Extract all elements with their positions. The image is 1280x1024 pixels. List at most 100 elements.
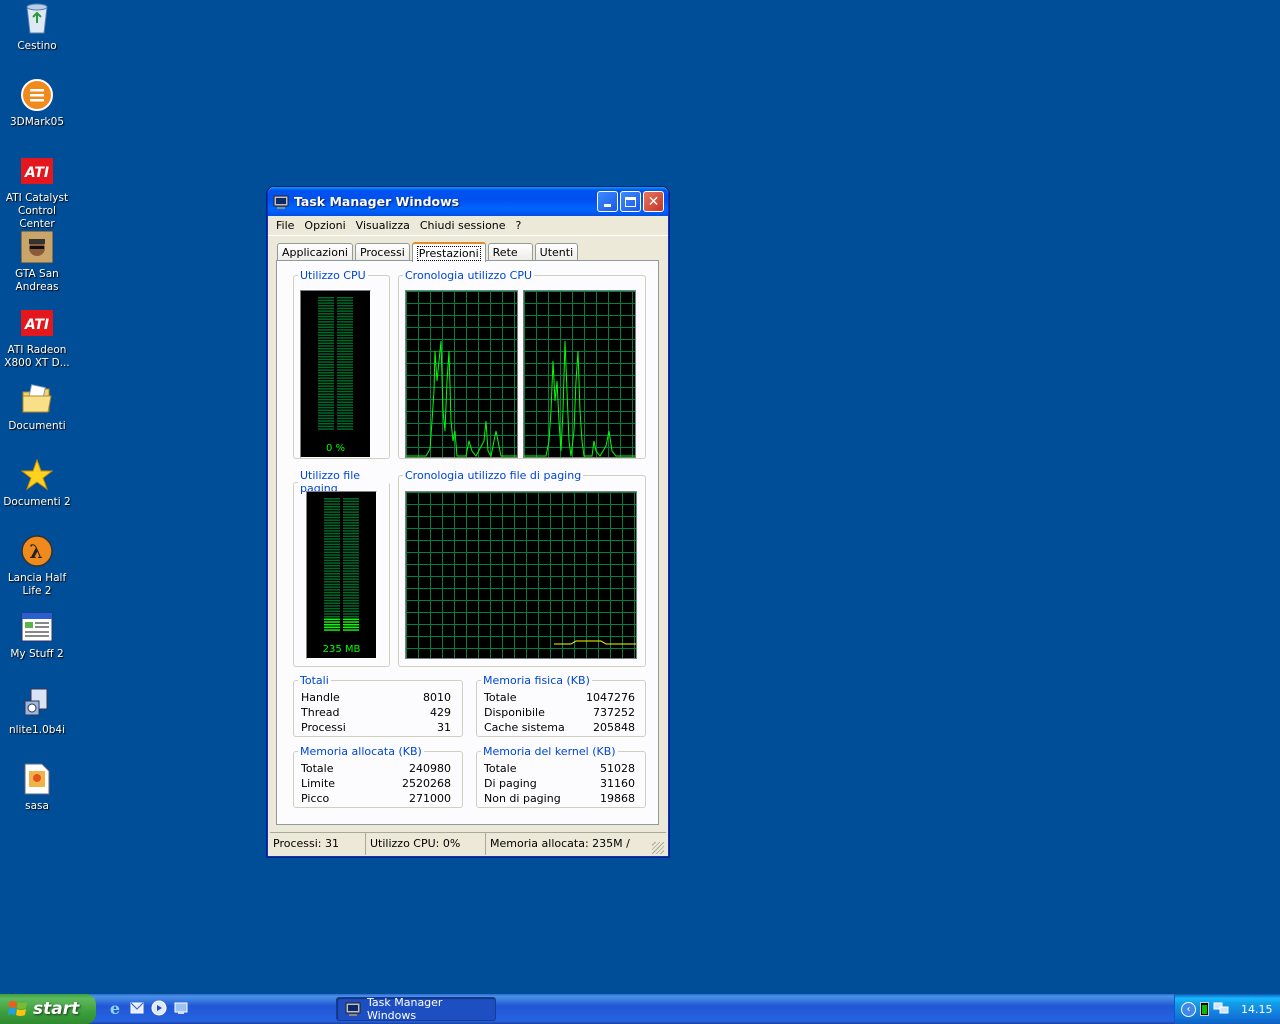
task-manager-tray-icon[interactable] bbox=[1200, 1002, 1209, 1016]
meter-segment bbox=[324, 511, 340, 513]
show-desktop-icon[interactable] bbox=[172, 999, 190, 1017]
desktop-icon-label: GTA San Andreas bbox=[15, 268, 59, 293]
desktop-icon-label: Documenti bbox=[8, 420, 66, 432]
menu-visualizza[interactable]: Visualizza bbox=[351, 219, 415, 232]
desktop-icon-documenti[interactable]: Documenti bbox=[0, 382, 74, 433]
close-button[interactable]: ✕ bbox=[643, 191, 664, 212]
status-memory: Memoria allocata: 235M / bbox=[490, 837, 630, 850]
tab-prestazioni[interactable]: Prestazioni bbox=[411, 242, 486, 262]
meter-segment bbox=[337, 425, 353, 428]
meter-segment bbox=[343, 567, 359, 570]
stat-value: 2520268 bbox=[402, 777, 451, 790]
resize-grip-icon[interactable] bbox=[652, 842, 664, 854]
meter-segment bbox=[343, 599, 359, 602]
tab-applicazioni[interactable]: Applicazioni bbox=[277, 243, 353, 261]
stat-row-totale: Totale 240980 bbox=[301, 761, 451, 776]
media-player-icon[interactable] bbox=[150, 999, 168, 1017]
desktop-icon-label: Cestino bbox=[17, 40, 57, 52]
meter-segment bbox=[337, 355, 353, 358]
meter-segment bbox=[324, 599, 340, 602]
meter-segment bbox=[337, 372, 353, 374]
meter-segment bbox=[343, 573, 359, 575]
desktop-icon-nlite[interactable]: nlite1.0b4i bbox=[0, 686, 74, 737]
desktop-icon-sasa[interactable]: sasa bbox=[0, 762, 74, 813]
windows-flag-icon bbox=[8, 1001, 27, 1016]
pagefile-history-graph bbox=[405, 491, 637, 659]
stat-value: 240980 bbox=[409, 762, 451, 775]
desktop-icon-ati-radeon[interactable]: ATI ATI Radeon X800 XT D... bbox=[0, 306, 74, 370]
meter-segment bbox=[337, 307, 353, 310]
tab-processi[interactable]: Processi bbox=[354, 243, 410, 261]
meter-segment bbox=[343, 578, 359, 580]
desktop-icon-gta[interactable]: GTA San Andreas bbox=[0, 230, 74, 294]
title-bar[interactable]: Task Manager Windows ✕ bbox=[268, 187, 668, 216]
desktop-icon-documenti-2[interactable]: Documenti 2 bbox=[0, 458, 74, 509]
tab-utenti[interactable]: Utenti bbox=[534, 243, 579, 261]
meter-segment bbox=[324, 613, 340, 615]
desktop-icon-recycle-bin[interactable]: Cestino bbox=[0, 2, 74, 53]
close-icon: ✕ bbox=[647, 193, 660, 210]
desktop-icon-3dmark[interactable]: 3DMark05 bbox=[0, 78, 74, 129]
start-label: start bbox=[33, 999, 80, 1019]
meter-segment bbox=[318, 302, 334, 304]
tab-label: Rete bbox=[492, 246, 518, 259]
menu-help[interactable]: ? bbox=[511, 219, 527, 232]
meter-segment bbox=[337, 358, 353, 361]
outlook-express-icon[interactable] bbox=[128, 999, 146, 1017]
meter-segment bbox=[337, 388, 353, 390]
stat-label: Cache sistema bbox=[484, 721, 565, 734]
desktop-icon-half-life[interactable]: λ Lancia Half Life 2 bbox=[0, 534, 74, 598]
meter-segment bbox=[343, 615, 359, 618]
meter-segment bbox=[318, 409, 334, 412]
meter-segment bbox=[343, 583, 359, 586]
meter-segment bbox=[318, 337, 334, 339]
meter-segment bbox=[343, 559, 359, 562]
meter-segment bbox=[337, 323, 353, 326]
desktop-icon-ati-catalyst[interactable]: ATI ATI Catalyst Control Center bbox=[0, 154, 74, 231]
meter-segment bbox=[324, 559, 340, 562]
show-hidden-icons-icon[interactable]: ‹ bbox=[1181, 1001, 1196, 1017]
cpu-usage-legend: Utilizzo CPU bbox=[300, 269, 366, 282]
meter-segment bbox=[318, 377, 334, 379]
minimize-button[interactable] bbox=[597, 191, 618, 212]
stat-value: 737252 bbox=[593, 706, 635, 719]
meter-segment bbox=[343, 540, 359, 543]
meter-segment bbox=[324, 578, 340, 580]
meter-segment bbox=[324, 602, 340, 604]
tab-label: Applicazioni bbox=[282, 246, 348, 259]
meter-segment bbox=[343, 581, 359, 583]
taskbar-item-task-manager[interactable]: Task Manager Windows bbox=[336, 996, 496, 1022]
tab-strip: Applicazioni Processi Prestazioni Rete U… bbox=[277, 241, 580, 262]
taskbar: start e Task Manager Windows ‹ 14.15 bbox=[0, 994, 1280, 1024]
ati-icon: ATI bbox=[20, 306, 54, 340]
meter-segment bbox=[324, 524, 340, 527]
maximize-button[interactable] bbox=[620, 191, 641, 212]
internet-explorer-icon[interactable]: e bbox=[106, 999, 124, 1017]
meter-segment bbox=[343, 519, 359, 521]
meter-segment bbox=[343, 532, 359, 535]
meter-segment bbox=[318, 299, 334, 302]
meter-segment bbox=[318, 313, 334, 315]
desktop-icon-label: My Stuff 2 bbox=[10, 648, 64, 660]
desktop-icon-label: 3DMark05 bbox=[9, 116, 65, 128]
network-icon[interactable] bbox=[1213, 1001, 1229, 1018]
meter-segment bbox=[337, 364, 353, 366]
tab-rete[interactable]: Rete bbox=[487, 243, 533, 261]
menu-file[interactable]: File bbox=[271, 219, 299, 232]
meter-segment bbox=[337, 398, 353, 401]
menu-chiudi-sessione[interactable]: Chiudi sessione bbox=[415, 219, 511, 232]
desktop-icon-label: Lancia Half Life 2 bbox=[7, 572, 67, 597]
start-button[interactable]: start bbox=[0, 994, 96, 1024]
pagefile-usage-meter: 235 MB bbox=[306, 491, 377, 659]
meter-segment bbox=[318, 398, 334, 401]
menu-opzioni[interactable]: Opzioni bbox=[299, 219, 350, 232]
meter-segment bbox=[318, 380, 334, 382]
meter-segment bbox=[318, 321, 334, 323]
desktop-icon-my-stuff[interactable]: My Stuff 2 bbox=[0, 610, 74, 661]
cpu-usage-meter: 0 % bbox=[300, 290, 371, 458]
stat-row-limite: Limite 2520268 bbox=[301, 776, 451, 791]
clock[interactable]: 14.15 bbox=[1241, 1003, 1273, 1016]
stat-row-di-paging: Di paging 31160 bbox=[484, 776, 635, 791]
meter-segment bbox=[337, 385, 353, 387]
svg-text:ATI: ATI bbox=[24, 317, 49, 333]
